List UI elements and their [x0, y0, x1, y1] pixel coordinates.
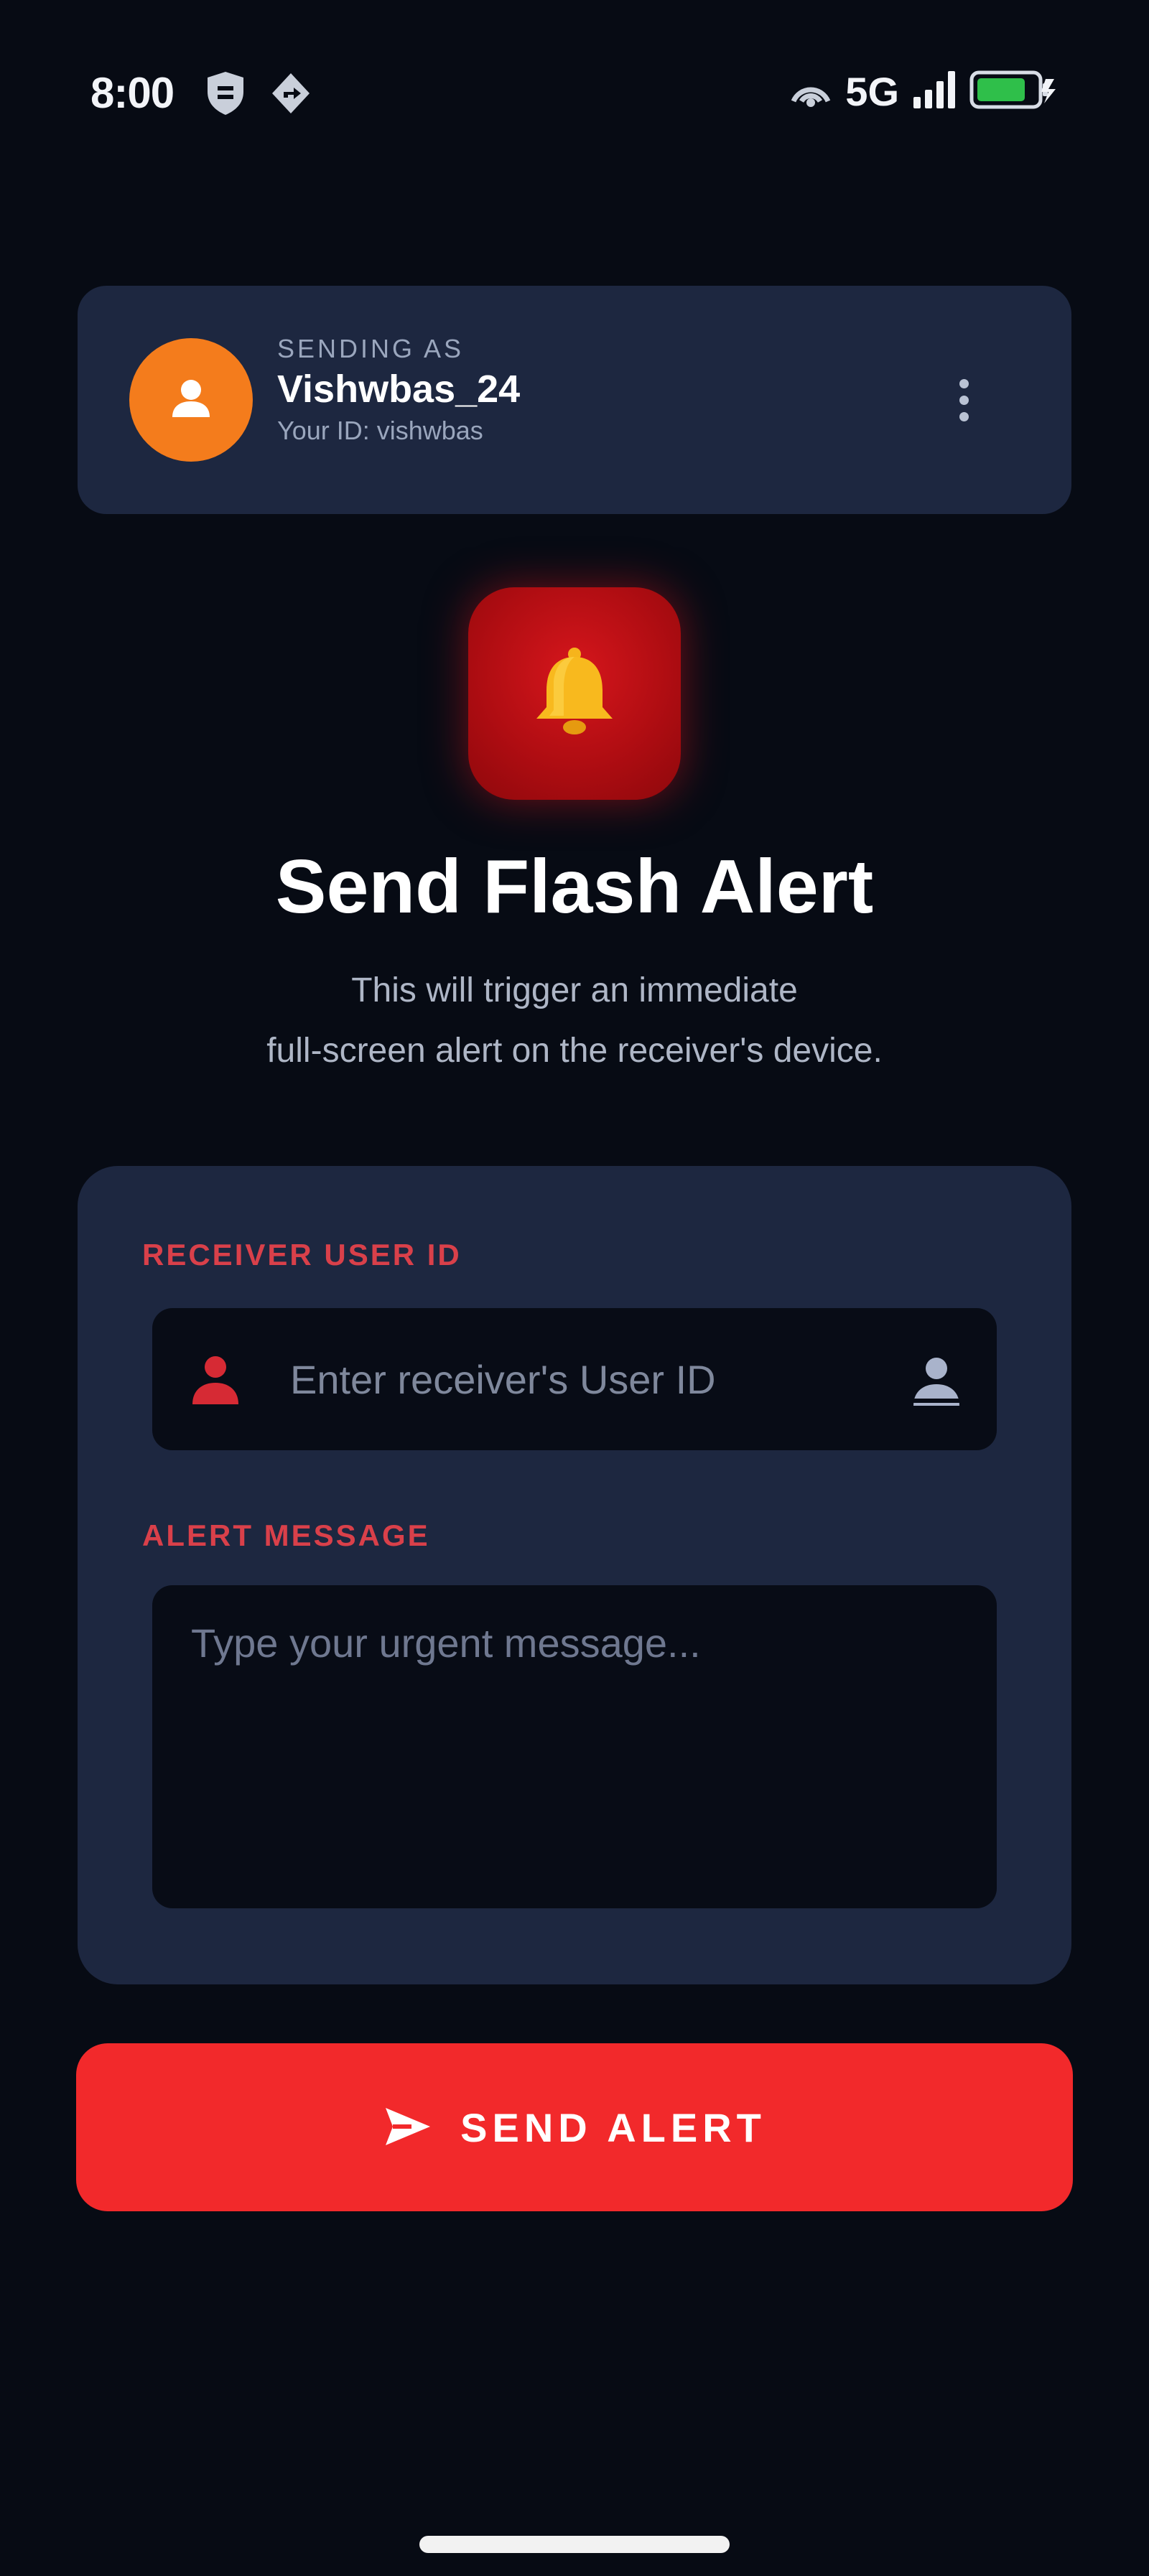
network-type: 5G [845, 68, 899, 114]
status-left-icons [205, 70, 314, 120]
receiver-id-input[interactable] [289, 1308, 863, 1450]
more-vertical-icon [959, 378, 969, 388]
page-subtitle-line1: This will trigger an immediate [351, 971, 798, 1009]
receiver-id-field[interactable] [152, 1308, 997, 1450]
status-time: 8:00 [90, 69, 175, 117]
profile-text: SENDING AS Vishwbas_24 Your ID: vishwbas [277, 333, 520, 448]
battery-charging-icon [969, 69, 1057, 114]
page-title: Send Flash Alert [275, 844, 874, 929]
page-subtitle: This will trigger an immediate full-scre… [0, 961, 1149, 1081]
sender-profile-card: SENDING AS Vishwbas_24 Your ID: vishwbas [78, 286, 1071, 514]
receiver-id-label: RECEIVER USER ID [142, 1238, 462, 1271]
more-options-button[interactable] [949, 368, 978, 432]
signal-icon [912, 70, 957, 113]
send-alert-label: SEND ALERT [460, 2104, 766, 2150]
avatar [129, 338, 253, 462]
sending-as-label: SENDING AS [277, 334, 465, 363]
location-icon [268, 70, 314, 120]
alert-message-label: ALERT MESSAGE [142, 1518, 430, 1552]
send-icon [383, 2105, 433, 2150]
alert-message-input[interactable] [152, 1585, 997, 1908]
send-alert-button[interactable]: SEND ALERT [76, 2043, 1073, 2211]
contact-picker-icon[interactable] [908, 1351, 965, 1412]
more-vertical-icon-dot [959, 395, 969, 405]
home-indicator[interactable] [419, 2536, 730, 2553]
send-alert-screen: 8:00 5G SENDING AS Vishwbas_24 Your ID: … [0, 0, 1149, 2576]
status-right: 5G [789, 69, 1057, 114]
hotspot-icon [789, 71, 832, 112]
alert-form-card: RECEIVER USER ID ALERT MESSAGE [78, 1166, 1071, 1984]
user-icon [165, 373, 217, 428]
sender-user-id: Your ID: vishwbas [277, 416, 483, 445]
shield-icon [205, 70, 246, 120]
page-subtitle-line2: full-screen alert on the receiver's devi… [266, 1032, 883, 1070]
more-vertical-icon-dot [959, 411, 969, 421]
user-icon [187, 1350, 244, 1411]
alert-hero-icon [468, 587, 681, 800]
status-bar: 8:00 5G [0, 0, 1149, 187]
alert-message-field[interactable] [152, 1585, 997, 1908]
bell-icon [521, 638, 628, 750]
sender-username: Vishwbas_24 [277, 368, 521, 411]
